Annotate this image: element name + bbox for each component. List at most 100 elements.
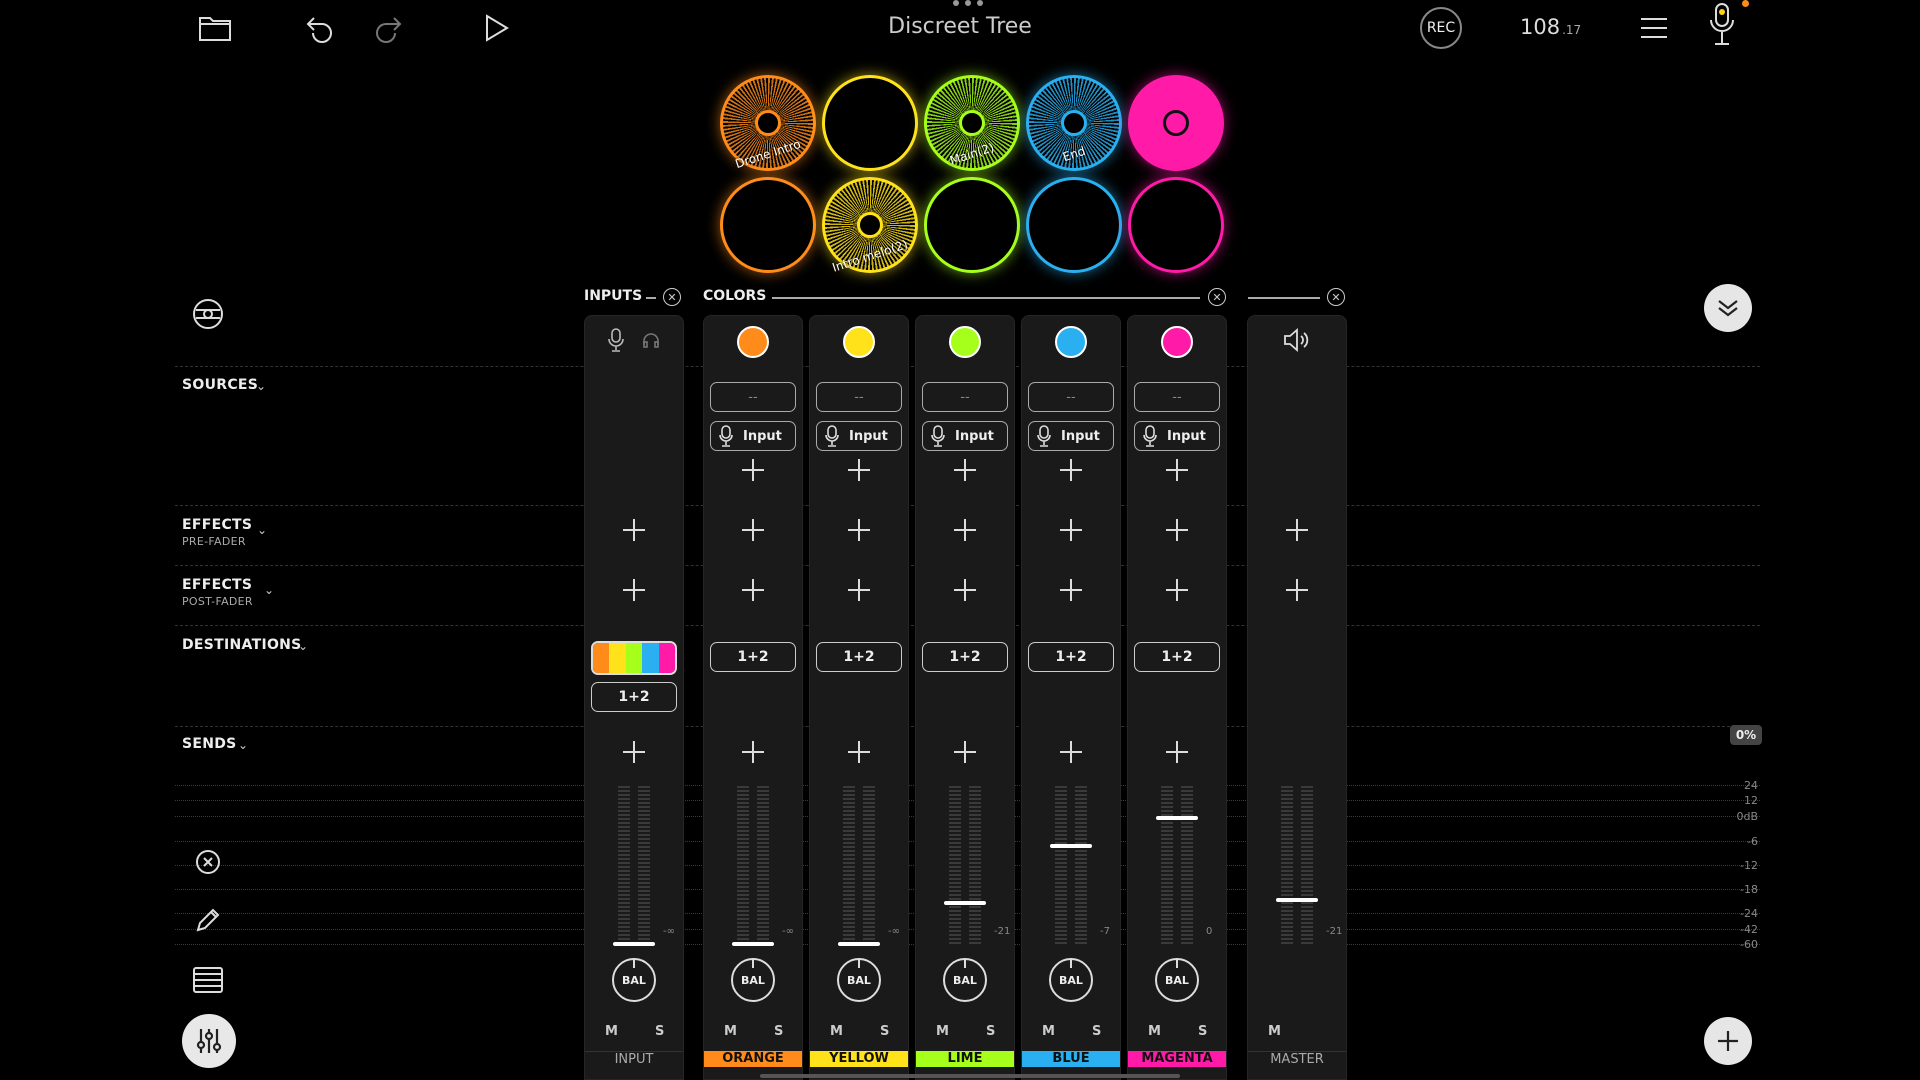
send-percent-badge[interactable]: 0%	[1730, 725, 1762, 745]
source-slot[interactable]: --	[710, 382, 796, 412]
solo-button[interactable]: S	[774, 1024, 783, 1039]
add-send-button[interactable]	[742, 741, 764, 763]
close-circle-icon[interactable]	[188, 842, 228, 882]
sends-section-label[interactable]: SENDS ⌄	[182, 736, 248, 752]
add-pre-fader-effect-button[interactable]	[1060, 519, 1082, 541]
solo-button[interactable]: S	[655, 1024, 664, 1039]
add-send-button[interactable]	[954, 741, 976, 763]
loop-pad[interactable]: Drone Intro	[720, 75, 816, 171]
list-icon[interactable]	[188, 960, 228, 1000]
mute-button[interactable]: M	[1148, 1024, 1161, 1039]
destination-output-button[interactable]: 1+2	[1028, 642, 1114, 672]
balance-knob[interactable]: BAL	[1049, 958, 1093, 1002]
add-pre-fader-effect-button[interactable]	[1166, 519, 1188, 541]
channel-name-yellow[interactable]: YELLOW	[810, 1051, 908, 1067]
add-channel-button[interactable]	[1704, 1017, 1752, 1065]
effects-post-section-label[interactable]: EFFECTS POST-FADER ⌄	[182, 577, 274, 608]
vinyl-record-icon[interactable]	[188, 294, 228, 334]
loop-pad[interactable]	[924, 177, 1020, 273]
mute-button[interactable]: M	[724, 1024, 737, 1039]
add-post-fader-effect-button[interactable]	[623, 579, 645, 601]
sources-section-label[interactable]: SOURCES ⌄	[182, 377, 266, 393]
volume-fader-handle[interactable]	[1276, 897, 1318, 902]
add-post-fader-effect-button[interactable]	[954, 579, 976, 601]
add-send-button[interactable]	[848, 741, 870, 763]
headphones-icon[interactable]	[642, 331, 660, 353]
source-slot[interactable]: --	[816, 382, 902, 412]
add-pre-fader-effect-button[interactable]	[623, 519, 645, 541]
loop-pad[interactable]	[1128, 75, 1224, 171]
yellow-color-dot[interactable]	[843, 326, 875, 358]
add-post-fader-effect-button[interactable]	[742, 579, 764, 601]
add-source-button[interactable]	[848, 459, 870, 481]
magenta-color-dot[interactable]	[1161, 326, 1193, 358]
source-input-button[interactable]: Input	[1028, 421, 1114, 451]
volume-fader-handle[interactable]	[732, 942, 774, 946]
add-source-button[interactable]	[1060, 459, 1082, 481]
volume-fader-handle[interactable]	[944, 900, 986, 905]
channel-name-input[interactable]: INPUT	[585, 1051, 683, 1067]
volume-fader-handle[interactable]	[1156, 815, 1198, 820]
add-pre-fader-effect-button[interactable]	[742, 519, 764, 541]
channel-name-blue[interactable]: BLUE	[1022, 1051, 1120, 1067]
mute-button[interactable]: M	[1042, 1024, 1055, 1039]
loop-pad[interactable]	[1026, 177, 1122, 273]
loop-pad[interactable]	[720, 177, 816, 273]
inputs-close-icon[interactable]: ✕	[663, 288, 681, 306]
menu-icon[interactable]	[1632, 6, 1676, 50]
add-send-button[interactable]	[623, 741, 645, 763]
source-slot[interactable]: --	[922, 382, 1008, 412]
destination-output-button[interactable]: 1+2	[816, 642, 902, 672]
orange-color-dot[interactable]	[737, 326, 769, 358]
source-input-button[interactable]: Input	[922, 421, 1008, 451]
balance-knob[interactable]: BAL	[731, 958, 775, 1002]
destination-output-button[interactable]: 1+2	[922, 642, 1008, 672]
source-slot[interactable]: --	[1134, 382, 1220, 412]
volume-fader-handle[interactable]	[613, 942, 655, 946]
balance-knob[interactable]: BAL	[1155, 958, 1199, 1002]
volume-fader-handle[interactable]	[838, 942, 880, 946]
colors-close-icon[interactable]: ✕	[1208, 288, 1226, 306]
undo-icon[interactable]	[298, 6, 342, 50]
record-button[interactable]: REC	[1420, 7, 1462, 49]
solo-button[interactable]: S	[880, 1024, 889, 1039]
volume-fader-handle[interactable]	[1050, 844, 1092, 849]
microphone-icon[interactable]	[1700, 2, 1744, 46]
destination-output-button[interactable]: 1+2	[591, 682, 677, 712]
microphone-icon[interactable]	[608, 328, 624, 356]
tempo-display[interactable]: 108.17	[1520, 15, 1581, 39]
source-slot[interactable]: --	[1028, 382, 1114, 412]
destination-output-button[interactable]: 1+2	[1134, 642, 1220, 672]
mute-button[interactable]: M	[830, 1024, 843, 1039]
redo-icon[interactable]	[366, 6, 410, 50]
master-close-icon[interactable]: ✕	[1327, 288, 1345, 306]
solo-button[interactable]: S	[1198, 1024, 1207, 1039]
mute-button[interactable]: M	[936, 1024, 949, 1039]
speaker-icon[interactable]	[1282, 328, 1312, 356]
add-send-button[interactable]	[1166, 741, 1188, 763]
add-post-fader-effect-button[interactable]	[1286, 579, 1308, 601]
source-input-button[interactable]: Input	[710, 421, 796, 451]
destination-colors-button[interactable]	[591, 641, 677, 675]
lime-color-dot[interactable]	[949, 326, 981, 358]
horizontal-scrollbar[interactable]	[760, 1074, 1180, 1078]
add-pre-fader-effect-button[interactable]	[848, 519, 870, 541]
source-input-button[interactable]: Input	[816, 421, 902, 451]
add-pre-fader-effect-button[interactable]	[954, 519, 976, 541]
mixer-sliders-button[interactable]	[182, 1014, 236, 1068]
add-post-fader-effect-button[interactable]	[1166, 579, 1188, 601]
effects-pre-section-label[interactable]: EFFECTS PRE-FADER ⌄	[182, 517, 267, 548]
add-source-button[interactable]	[742, 459, 764, 481]
pencil-icon[interactable]	[188, 900, 228, 940]
add-source-button[interactable]	[954, 459, 976, 481]
loop-pad[interactable]: Intro melo(2)	[822, 177, 918, 275]
solo-button[interactable]: S	[1092, 1024, 1101, 1039]
loop-pad[interactable]	[822, 75, 918, 171]
mute-button[interactable]: M	[1268, 1024, 1281, 1039]
balance-knob[interactable]: BAL	[612, 958, 656, 1002]
destinations-section-label[interactable]: DESTINATIONS ⌄	[182, 637, 308, 653]
channel-name-magenta[interactable]: MAGENTA	[1128, 1051, 1226, 1067]
loop-pad[interactable]: End	[1026, 75, 1122, 171]
title-menu-dots[interactable]	[953, 0, 983, 8]
add-post-fader-effect-button[interactable]	[1060, 579, 1082, 601]
